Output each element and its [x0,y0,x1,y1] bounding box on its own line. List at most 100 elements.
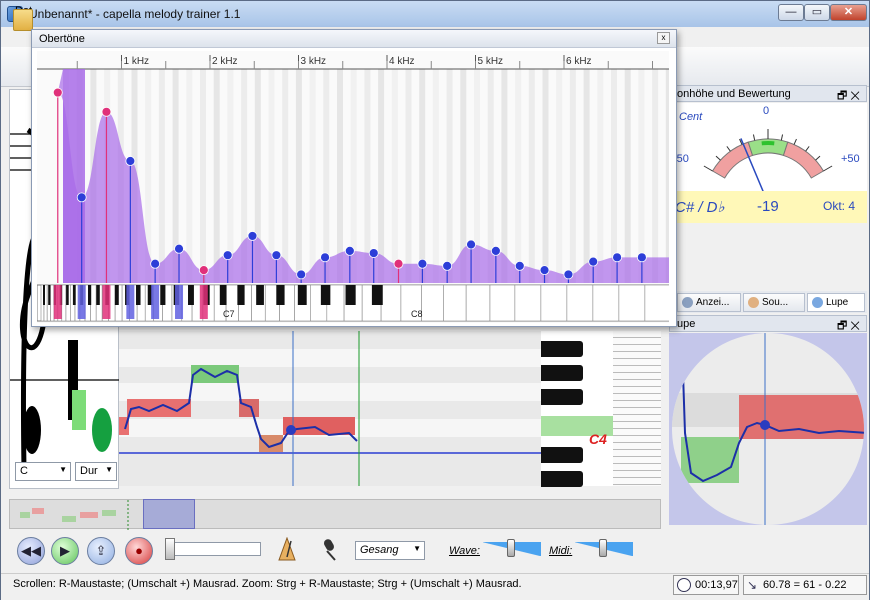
black-key[interactable] [256,285,264,305]
overtone-window-header [32,30,676,48]
white-key[interactable] [61,284,67,322]
white-key[interactable] [50,284,55,322]
tab-anzeige[interactable]: Anzei... [677,293,741,312]
mouse-mode-button[interactable]: ⇪ [87,537,115,565]
key-select[interactable]: C ▼ [15,462,71,481]
tab-label: Anzei... [696,297,730,308]
white-key[interactable] [514,284,542,322]
rewind-icon: ◀◀ [21,543,41,558]
tuner-plus-label: +50 [841,153,860,165]
black-key[interactable] [72,285,76,305]
white-key[interactable] [421,284,444,322]
partial-point[interactable] [247,231,258,241]
partial-point[interactable] [490,245,501,256]
partial-point[interactable] [222,250,233,261]
rewind-button[interactable]: ◀◀ [17,537,45,565]
tuner-tick [726,146,731,152]
white-key[interactable] [644,284,669,322]
partial-point[interactable] [344,245,355,256]
partial-point[interactable] [417,258,428,269]
white-key[interactable] [566,284,594,322]
partial-point[interactable] [514,260,525,271]
partial-point[interactable] [636,252,647,263]
highlighted-key [53,285,62,319]
mode-select[interactable]: Dur ▼ [75,462,117,481]
partial-point[interactable] [612,252,622,263]
partial-point[interactable] [320,252,330,263]
white-key[interactable] [592,284,620,322]
overview-bar[interactable] [9,499,661,530]
note-bar[interactable] [191,365,239,383]
white-key[interactable] [90,284,97,322]
partial-point[interactable] [271,250,282,261]
black-key[interactable] [188,285,194,305]
overview-selection[interactable] [143,499,195,529]
black-key[interactable] [66,285,69,305]
midi-volume-handle[interactable] [599,539,607,557]
overtone-close-button[interactable]: x [657,32,670,44]
black-key[interactable] [371,285,383,305]
black-key[interactable] [160,285,166,305]
microphone-icon[interactable] [321,537,343,561]
magnifier-view[interactable] [669,333,867,525]
black-key[interactable] [43,285,45,305]
black-key[interactable] [237,285,245,305]
key-label-c8: C8 [411,309,423,319]
close-button[interactable]: ✕ [830,4,867,21]
piano-black-key[interactable] [541,365,583,381]
input-source-select[interactable]: Gesang ▼ [355,541,425,560]
magnified-pitch-graph [669,333,867,525]
overtone-spectrum-chart[interactable]: 1 kHz 2 kHz 3 kHz 4 kHz 5 kHz 6 kHz C7 C8 [37,51,669,323]
minimize-button[interactable]: — [778,4,804,21]
open-folder-icon[interactable] [13,9,33,31]
partial-point[interactable] [296,269,307,280]
white-key[interactable] [465,284,491,322]
position-slider[interactable] [165,542,261,556]
white-key[interactable] [489,284,516,322]
black-key[interactable] [48,285,51,305]
partial-point[interactable] [442,260,453,271]
metronome-icon[interactable] [277,537,297,561]
partial-point[interactable] [174,243,184,254]
record-button[interactable]: ● [125,537,153,565]
piano-roll[interactable] [119,331,543,486]
play-button[interactable]: ▶ [51,537,79,565]
piano-black-key[interactable] [541,447,583,463]
partial-point[interactable] [198,265,209,276]
partial-point[interactable] [125,156,136,166]
partial-point[interactable] [101,106,112,117]
maximize-button[interactable]: ▭ [804,4,830,21]
partial-point[interactable] [563,269,574,280]
white-key[interactable] [618,284,646,322]
partial-point[interactable] [368,248,379,258]
black-key[interactable] [96,285,100,305]
partial-point[interactable] [588,256,599,267]
black-key[interactable] [88,285,92,305]
partial-point[interactable] [150,258,161,269]
highlighted-key [102,285,111,319]
black-key[interactable] [345,285,356,305]
partial-point[interactable] [52,87,63,98]
partial-point[interactable] [466,239,476,250]
partial-point[interactable] [393,258,404,269]
spectrum-keyboard[interactable] [37,284,669,322]
piano-black-key[interactable] [541,389,583,405]
black-key[interactable] [297,285,307,305]
black-key[interactable] [276,285,285,305]
wave-volume-handle[interactable] [507,539,515,557]
note-bar[interactable] [239,399,259,417]
white-key[interactable] [443,284,467,322]
black-key[interactable] [219,285,227,305]
position-slider-handle[interactable] [165,538,175,560]
white-key[interactable] [380,284,402,322]
piano-black-key[interactable] [541,471,583,487]
partial-point[interactable] [76,192,87,203]
tab-sound[interactable]: Sou... [743,293,805,312]
black-key[interactable] [114,285,119,305]
black-key[interactable] [136,285,141,305]
piano-black-key[interactable] [541,341,583,357]
tab-lupe[interactable]: Lupe [807,293,865,312]
white-key[interactable] [540,284,568,322]
partial-point[interactable] [539,265,550,276]
black-key[interactable] [320,285,331,305]
